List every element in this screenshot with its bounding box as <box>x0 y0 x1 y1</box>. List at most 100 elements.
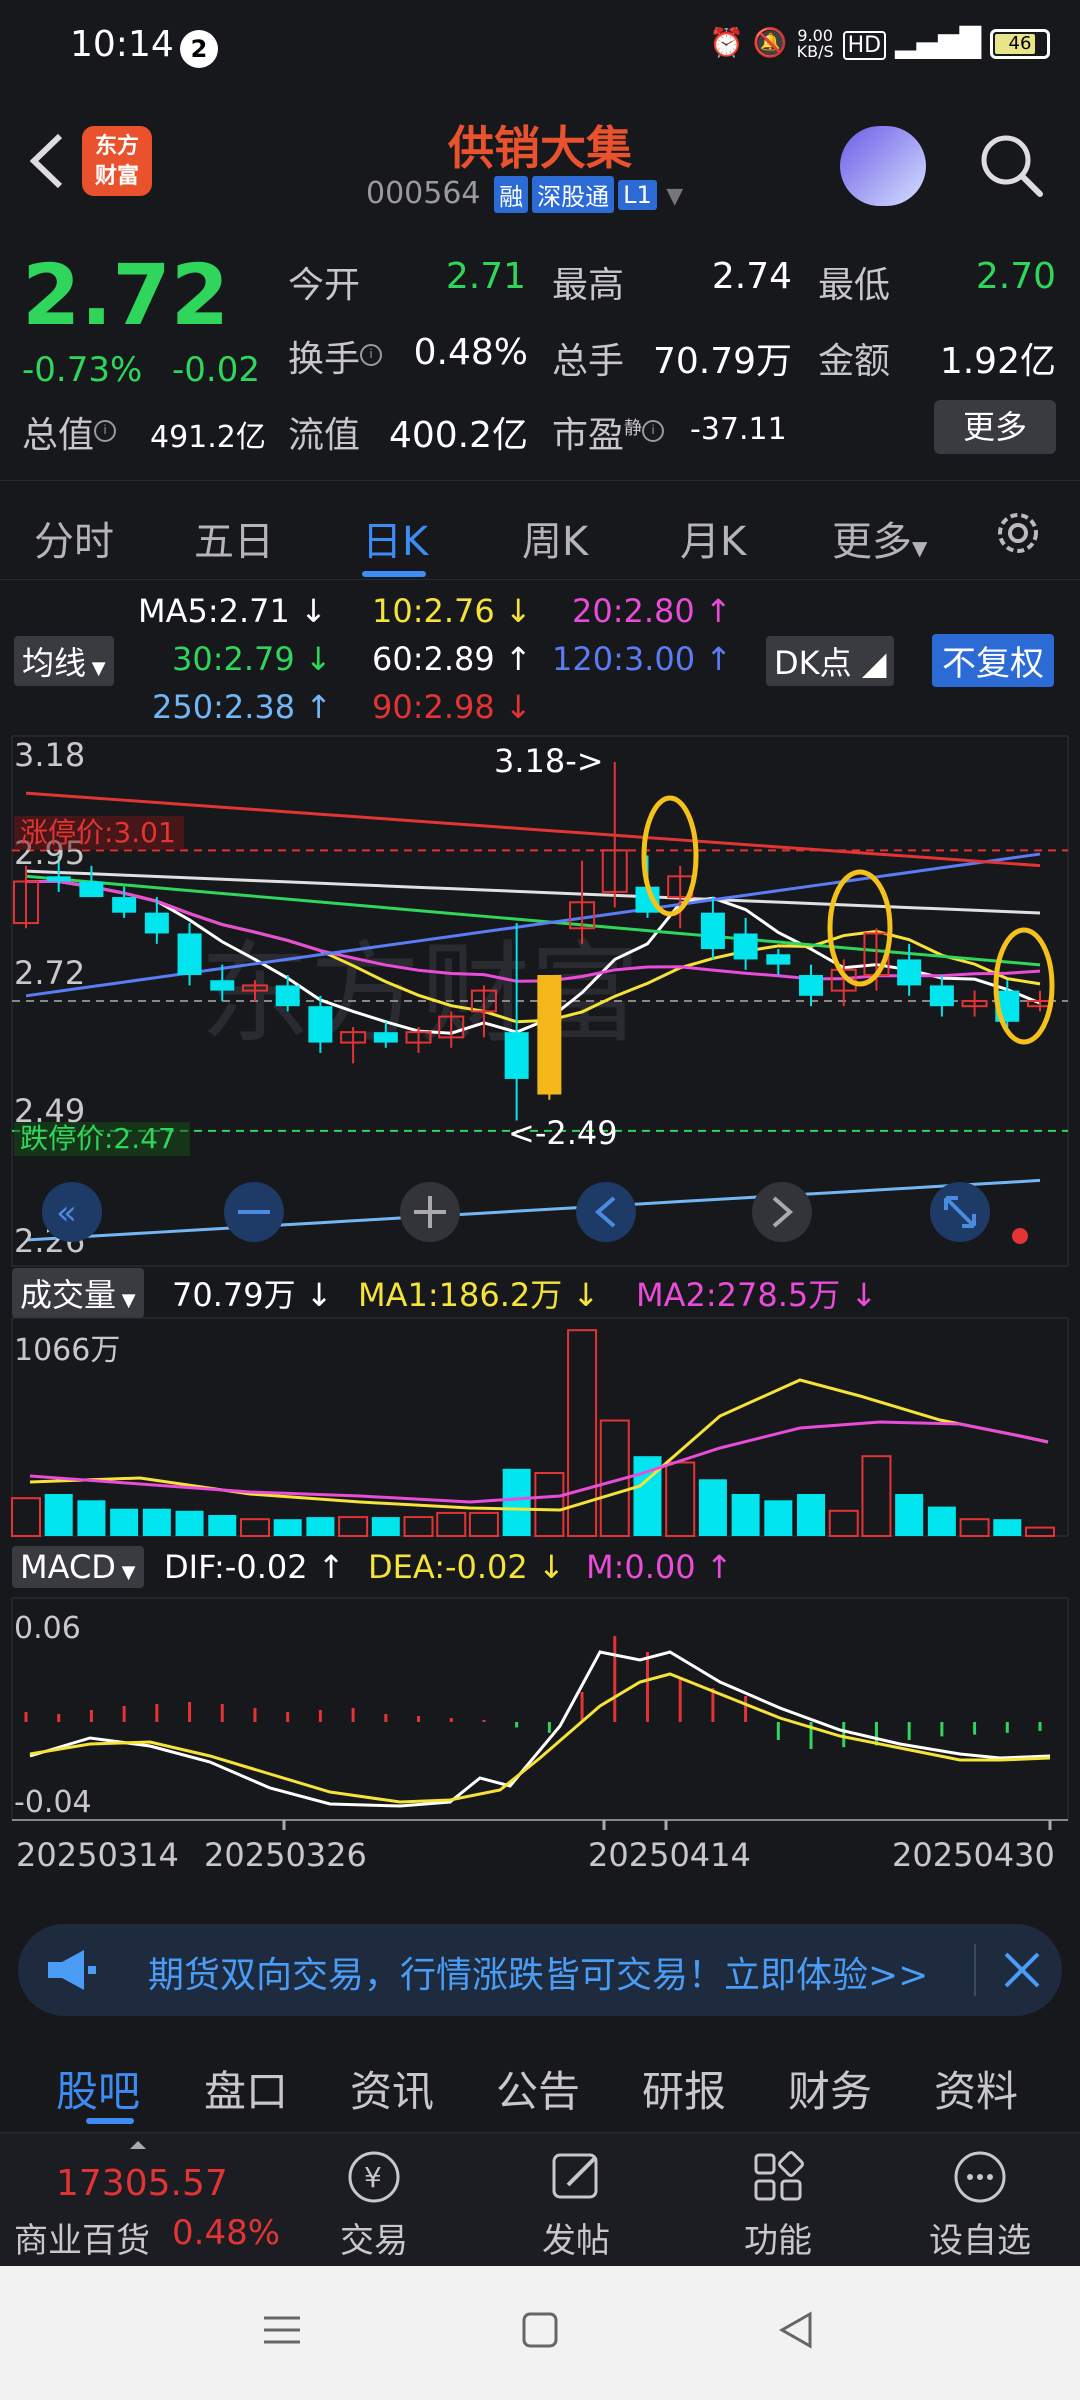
close-icon[interactable] <box>1000 1948 1044 1992</box>
open-value: 2.71 <box>445 256 526 297</box>
turnover-value: 0.48% <box>413 332 528 373</box>
caret-up-icon <box>130 2141 146 2149</box>
candle <box>929 975 954 1017</box>
tab-more[interactable]: 更多▼ <box>832 509 927 567</box>
low-marker: <-2.49 <box>508 1114 618 1152</box>
tab-intraday[interactable]: 分时 <box>34 509 114 567</box>
limit-up-label: 涨停价:3.01 <box>20 816 176 849</box>
ma30-legend: 30:2.79 ↓ <box>172 640 332 678</box>
menu-icon[interactable] <box>262 2310 302 2350</box>
mktcap-label: 总值 i <box>22 406 117 458</box>
megaphone-icon <box>48 1950 96 1990</box>
tag-connect: 深股通 <box>532 176 615 213</box>
ma250-line <box>25 1178 1041 1242</box>
stock-header: 东方 财富 供销大集 000564 融深股通 L1 ▼ <box>0 96 1080 232</box>
macd-top-label: 0.06 <box>14 1611 81 1646</box>
status-time: 10:14 <box>70 24 174 65</box>
info-icon[interactable]: i <box>94 420 117 442</box>
tab-news[interactable]: 资讯 <box>350 2058 434 2119</box>
tab-research[interactable]: 研报 <box>642 2058 726 2119</box>
volume-bar <box>861 1455 892 1537</box>
m-legend: M:0.00 ↑ <box>586 1548 733 1586</box>
scroll-left-button[interactable] <box>576 1182 636 1242</box>
assistant-avatar[interactable] <box>840 126 926 206</box>
tab-monthly-k[interactable]: 月K <box>680 509 746 567</box>
status-bar: 10:14 2 ⏰ 🔕 9.00 KB/S HD ▂▄▆█ 46 <box>0 0 1080 96</box>
tab-daily-k[interactable]: 日K <box>362 509 428 567</box>
candle <box>766 949 791 976</box>
info-icon[interactable]: i <box>642 420 665 442</box>
volume-bar <box>338 1516 369 1538</box>
dk-point-button[interactable]: DK点 ◢ <box>766 636 895 686</box>
grid-icon <box>754 2151 804 2201</box>
volume-bar <box>110 1508 139 1536</box>
content-tab-indicator <box>86 2118 134 2124</box>
tab-forum[interactable]: 股吧 <box>56 2058 140 2119</box>
tab-weekly-k[interactable]: 周K <box>522 509 588 567</box>
tab-profile[interactable]: 资料 <box>934 2058 1018 2119</box>
volume-bar <box>371 1517 400 1536</box>
volume-selector[interactable]: 成交量 ▼ <box>12 1268 144 1318</box>
index-widget[interactable]: 17305.57 商业百货 0.48% <box>0 2133 300 2267</box>
volume-bar <box>927 1506 956 1536</box>
candle <box>569 860 596 944</box>
kline-chart[interactable]: 东方财富 3.18 2.95 2.72 2.49 2.26 涨停价:3.01 跌… <box>0 732 1080 1272</box>
float-label: 流值 <box>288 415 361 456</box>
index-value: 17305.57 <box>56 2163 228 2204</box>
stock-code-row[interactable]: 000564 融深股通 L1 ▼ <box>366 176 683 213</box>
back-nav-icon[interactable] <box>776 2310 816 2350</box>
post-button[interactable]: 发帖 <box>506 2147 646 2262</box>
macd-selector[interactable]: MACD ▼ <box>12 1546 144 1588</box>
adjust-button[interactable]: 不复权 <box>932 634 1054 687</box>
index-name: 商业百货 <box>14 2221 150 2261</box>
caret-down-icon: ▼ <box>912 536 928 560</box>
tab-financials[interactable]: 财务 <box>788 2058 872 2119</box>
gear-icon[interactable] <box>990 505 1046 561</box>
tab-orderbook[interactable]: 盘口 <box>204 2058 288 2119</box>
search-icon[interactable] <box>976 130 1046 200</box>
info-icon[interactable]: i <box>360 344 383 366</box>
change-pct: -0.73% <box>22 350 143 390</box>
open-label: 今开 <box>288 265 361 306</box>
volume-bar <box>1025 1526 1055 1538</box>
ma-selector[interactable]: 均线 ▼ <box>14 636 114 686</box>
volume-bar <box>534 1472 565 1537</box>
date-label: 20250326 <box>204 1836 367 1874</box>
volume-chart[interactable]: 1066万 <box>0 1316 1080 1538</box>
candle <box>799 964 824 1007</box>
volume-bar <box>239 1518 270 1537</box>
scroll-right-button[interactable] <box>752 1182 812 1242</box>
home-icon[interactable] <box>520 2310 560 2350</box>
ma10-legend: 10:2.76 ↓ <box>372 592 532 630</box>
volume-value: 70.79万 <box>652 341 792 382</box>
mute-icon: 🔕 <box>752 26 788 59</box>
trade-button[interactable]: ¥ 交易 <box>304 2147 444 2262</box>
candle <box>961 990 988 1017</box>
tab-five-day[interactable]: 五日 <box>194 509 274 567</box>
ad-banner[interactable]: 期货双向交易，行情涨跌皆可交易！立即体验>> <box>18 1924 1062 2016</box>
current-price: 2.72 <box>22 246 230 344</box>
hd-icon: HD <box>842 31 887 60</box>
double-chevron-left-icon: « <box>56 1193 77 1233</box>
volume-bar <box>468 1511 499 1537</box>
candle <box>177 923 202 986</box>
dea-legend: DEA:-0.02 ↓ <box>368 1548 565 1586</box>
add-watchlist-button[interactable]: 设自选 <box>910 2147 1050 2262</box>
svg-text:¥: ¥ <box>364 2161 382 2194</box>
index-pct: 0.48% <box>172 2213 281 2253</box>
macd-chart[interactable]: 0.06 -0.04 20250314 20250326 20250414 20… <box>0 1596 1080 1916</box>
tab-announcements[interactable]: 公告 <box>496 2058 580 2119</box>
vol-ma2-line <box>29 1420 1049 1504</box>
battery-icon: 46 <box>990 29 1050 59</box>
status-icons: ⏰ 🔕 9.00 KB/S HD ▂▄▆█ 46 <box>709 26 1050 60</box>
vol-ma2-legend: MA2:278.5万 ↓ <box>636 1276 878 1314</box>
volume-bar <box>665 1461 696 1537</box>
functions-button[interactable]: 功能 <box>708 2147 848 2262</box>
more-button[interactable]: 更多 <box>934 400 1056 454</box>
tag-level: L1 <box>618 179 657 210</box>
dea-line <box>29 1672 1051 1804</box>
volume-bar <box>142 1508 171 1536</box>
active-tab-indicator <box>362 571 426 577</box>
volume-bar <box>502 1468 531 1536</box>
pe-value: -37.11 <box>690 412 787 447</box>
